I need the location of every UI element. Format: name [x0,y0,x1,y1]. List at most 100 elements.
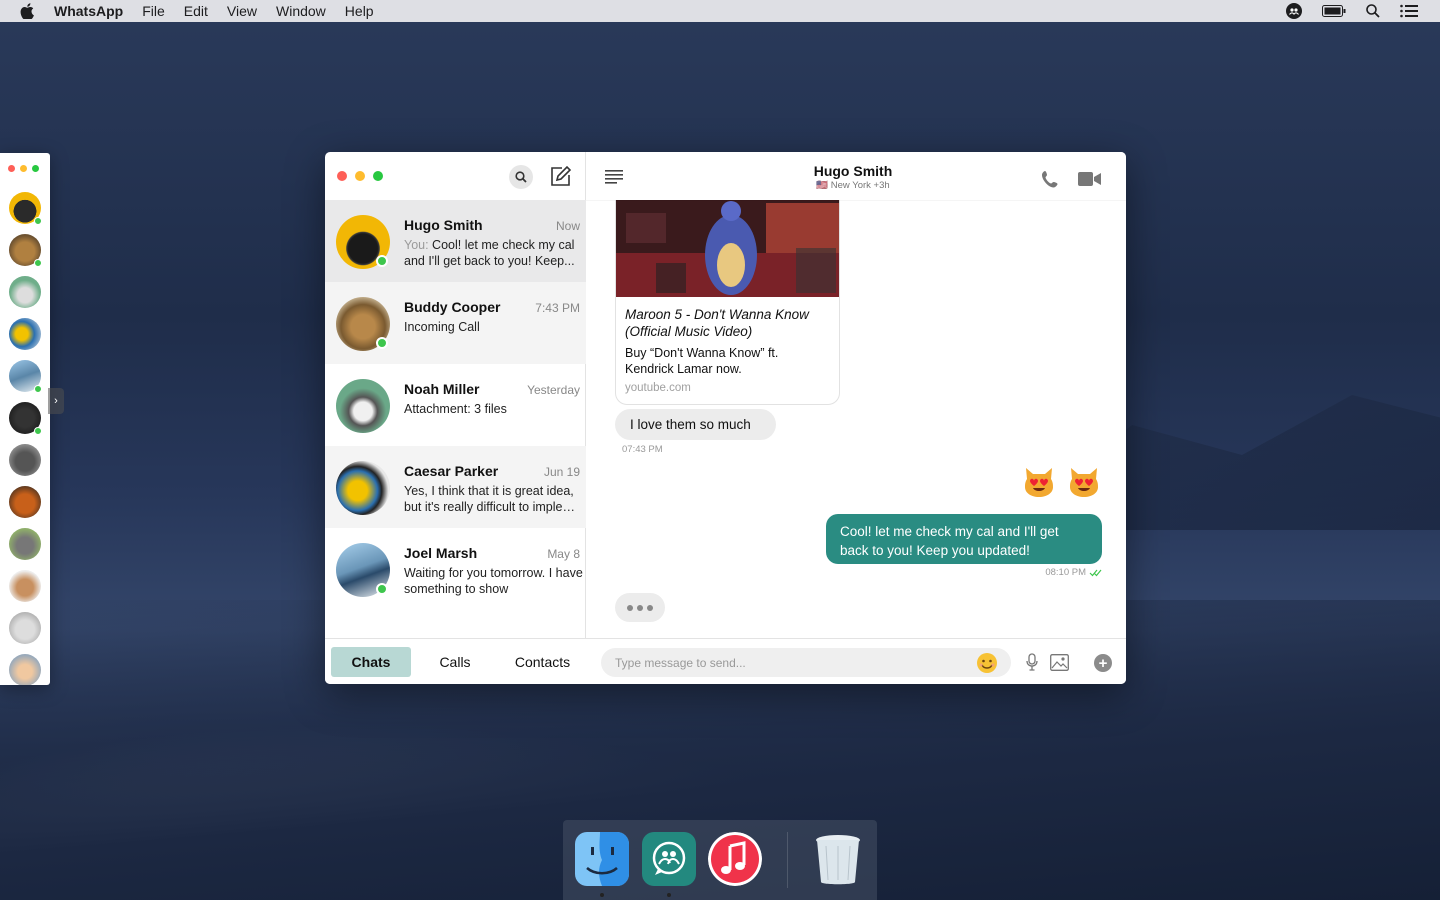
itunes-icon[interactable] [708,832,762,886]
menu-file[interactable]: File [142,3,165,19]
window-zoom-button[interactable] [373,171,383,181]
strip-avatar[interactable] [9,528,41,560]
contact-name[interactable]: Hugo Smith [586,163,1120,179]
link-description: Buy “Don't Wanna Know” ft. Kendrick Lama… [625,346,779,376]
chat-time: Yesterday [527,383,580,397]
strip-avatar[interactable] [9,402,42,435]
incoming-message-text: I love them so much [630,417,751,432]
menu-edit[interactable]: Edit [184,3,208,19]
menu-app-name[interactable]: WhatsApp [54,3,123,19]
chat-list-pane: Hugo Smith Now You: Cool! let me check m… [325,152,586,684]
whatsapp-window: Hugo Smith Now You: Cool! let me check m… [325,152,1126,684]
chat-preview: Incoming Call [404,320,480,334]
heart-eyes-cat-emoji-icon [1070,468,1098,497]
chat-name: Caesar Parker [404,463,499,479]
chevron-right-icon: › [54,395,58,407]
chat-item-buddy-cooper[interactable]: Buddy Cooper 7:43 PM Incoming Call [325,282,586,364]
chat-item-noah-miller[interactable]: Noah Miller Yesterday Attachment: 3 file… [325,364,586,446]
chat-item-joel-marsh[interactable]: Joel Marsh May 8 Waiting for you tomorro… [325,528,586,610]
strip-avatar[interactable] [9,192,42,225]
outgoing-message-text: Cool! let me check my cal and I'll get b… [840,524,1059,558]
finder-running-indicator [600,893,604,897]
chat-preview: Attachment: 3 files [404,402,507,416]
strip-minimize-button[interactable] [20,165,27,172]
chat-item-hugo-smith[interactable]: Hugo Smith Now You: Cool! let me check m… [325,200,586,282]
incoming-timestamp: 07:43 PM [622,444,663,455]
link-preview-card[interactable]: Maroon 5 - Don't Wanna Know (Official Mu… [615,192,840,405]
strip-avatar[interactable] [9,360,42,393]
message-composer: + [586,638,1126,684]
video-call-icon[interactable] [1078,171,1102,187]
strip-close-button[interactable] [8,165,15,172]
whatsapp-dock-icon[interactable] [642,832,696,886]
phone-call-icon[interactable] [1041,170,1061,188]
message-input[interactable] [601,648,1011,677]
battery-icon[interactable] [1322,5,1346,17]
conversation-header: Hugo Smith 🇺🇸 New York +3h [586,152,1126,200]
strip-avatar[interactable] [9,570,41,602]
trash-icon[interactable] [811,832,865,886]
link-title: Maroon 5 - Don't Wanna Know (Official Mu… [625,307,809,339]
outgoing-time: 08:10 PM [1045,567,1086,578]
tab-chats[interactable]: Chats [331,647,411,677]
online-indicator [376,337,388,349]
strip-avatar[interactable] [9,654,41,685]
strip-avatar[interactable] [9,612,41,644]
search-button[interactable] [509,165,533,189]
video-thumbnail[interactable] [616,193,839,297]
window-minimize-button[interactable] [355,171,365,181]
emoji-picker-icon[interactable] [976,652,998,674]
strip-avatar[interactable] [9,276,41,308]
strip-avatar[interactable] [9,486,41,518]
read-receipt-icon [1089,569,1102,576]
strip-expand-handle[interactable]: › [48,388,64,414]
whatsapp-status-icon[interactable] [1286,3,1302,19]
microphone-icon[interactable] [1026,653,1038,671]
plus-icon: + [1098,654,1108,672]
strip-avatar[interactable] [9,444,41,476]
heart-eyes-cat-emoji-icon [1025,468,1053,497]
apple-icon[interactable] [20,3,34,19]
chat-item-caesar-parker[interactable]: Caesar Parker Jun 19 Yes, I think that i… [325,446,586,528]
chat-time: 7:43 PM [535,301,580,315]
spotlight-search-icon[interactable] [1366,4,1380,18]
whatsapp-running-indicator [667,893,671,897]
image-attach-icon[interactable] [1050,654,1069,671]
incoming-message: I love them so much [615,409,776,440]
dock [563,820,877,900]
add-attachment-button[interactable]: + [1094,654,1112,672]
finder-icon[interactable] [575,832,629,886]
window-close-button[interactable] [337,171,347,181]
mini-contacts-window [0,153,50,685]
dock-separator [787,832,788,888]
chat-name: Buddy Cooper [404,299,501,315]
notification-center-icon[interactable] [1400,4,1418,18]
chat-preview-text: Cool! let me check my cal and I'll get b… [404,238,575,268]
strip-avatar[interactable] [9,318,41,350]
menu-bar: WhatsApp File Edit View Window Help [0,0,1440,22]
tab-calls[interactable]: Calls [420,647,490,677]
online-indicator [34,427,42,435]
conversation-pane: Hugo Smith 🇺🇸 New York +3h Maroon 5 - Do… [586,152,1126,684]
concert-image [616,193,839,297]
menu-help[interactable]: Help [345,3,374,19]
typing-indicator [615,593,665,622]
compose-icon[interactable] [548,165,572,189]
link-domain[interactable]: youtube.com [625,382,691,394]
menu-window[interactable]: Window [276,3,326,19]
chat-name: Joel Marsh [404,545,478,561]
tab-contacts[interactable]: Contacts [505,647,580,677]
online-indicator [34,259,42,267]
strip-avatar[interactable] [9,234,42,267]
chat-list-header [325,152,585,200]
contact-location: 🇺🇸 New York +3h [816,180,890,191]
chat-time: Now [555,219,580,233]
chat-preview: Waiting for you tomorrow. I have somethi… [404,566,583,596]
menu-view[interactable]: View [227,3,257,19]
outgoing-message: Cool! let me check my cal and I'll get b… [826,514,1102,564]
chat-preview: You: Cool! let me check my cal and I'll … [404,237,586,269]
strip-avatar-list [0,192,50,685]
strip-zoom-button[interactable] [32,165,39,172]
online-indicator [34,217,42,225]
chat-preview: Yes, I think that it is great idea, but … [404,484,575,514]
